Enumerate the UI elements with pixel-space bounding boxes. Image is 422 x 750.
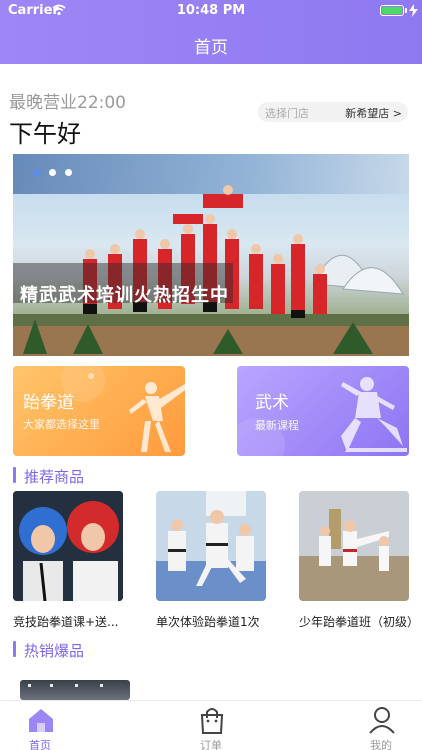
product-name: 少年跆拳道班（初级）	[299, 615, 420, 629]
status-bar: Carrier 10:48 PM	[0, 0, 422, 22]
product-card[interactable]: 少年跆拳道班（初级）	[299, 491, 419, 629]
app-root: Carrier 10:48 PM 首页 最晚营业22:00 下午好 选择门店 新…	[0, 0, 422, 750]
product-image	[13, 491, 123, 601]
header: Carrier 10:48 PM 首页	[0, 0, 422, 64]
business-hours: 最晚营业22:00	[9, 93, 126, 113]
promo-banner[interactable]: 精武武术培训火热招生中	[13, 154, 409, 356]
store-selector[interactable]: 选择门店 新希望店 >	[258, 102, 408, 122]
user-icon	[369, 707, 395, 734]
product-card[interactable]: 单次体验跆拳道1次	[156, 491, 266, 629]
section-title-hot: 热销爆品	[24, 642, 85, 660]
banner-dot-1[interactable]	[33, 169, 40, 176]
store-name: 新希望店 >	[345, 107, 402, 120]
clock: 10:48 PM	[176, 3, 246, 18]
category-subtitle-taekwondo: 大家都选择这里	[23, 418, 100, 431]
battery-icon	[380, 5, 404, 16]
product-image	[299, 491, 409, 601]
category-title-wushu: 武术	[255, 393, 289, 413]
tab-orders[interactable]: 订单	[171, 701, 251, 750]
tab-label-orders: 订单	[200, 739, 222, 750]
section-accent-bar	[13, 467, 16, 483]
hot-product-image[interactable]	[20, 680, 130, 700]
bag-icon	[200, 708, 224, 734]
banner-photo	[13, 185, 409, 356]
product-name: 单次体验跆拳道1次	[156, 615, 260, 629]
tab-home[interactable]: 首页	[0, 701, 80, 750]
banner-dot-2[interactable]	[49, 169, 56, 176]
tab-profile[interactable]: 我的	[341, 701, 421, 750]
greeting-text: 下午好	[9, 120, 81, 148]
store-hint: 选择门店	[265, 107, 309, 120]
category-card-taekwondo[interactable]: 跆拳道 大家都选择这里	[13, 366, 185, 456]
home-icon	[29, 709, 53, 732]
section-title-recommended: 推荐商品	[24, 468, 85, 486]
tab-label-profile: 我的	[370, 739, 392, 750]
charging-icon	[409, 4, 418, 17]
banner-caption: 精武武术培训火热招生中	[20, 285, 229, 306]
category-card-wushu[interactable]: 武术 最新课程	[237, 366, 409, 456]
banner-dot-3[interactable]	[65, 169, 72, 176]
category-subtitle-wushu: 最新课程	[255, 419, 299, 432]
tab-bar: 首页 订单 我的	[0, 700, 422, 750]
section-accent-bar	[13, 641, 16, 657]
product-image	[156, 491, 266, 601]
product-card[interactable]: 竞技跆拳道课+送...	[13, 491, 123, 629]
category-title-taekwondo: 跆拳道	[23, 393, 74, 413]
battery-tip	[405, 8, 407, 13]
page-title: 首页	[194, 38, 228, 58]
product-name: 竞技跆拳道课+送...	[13, 615, 119, 629]
tab-label-home: 首页	[29, 739, 51, 750]
